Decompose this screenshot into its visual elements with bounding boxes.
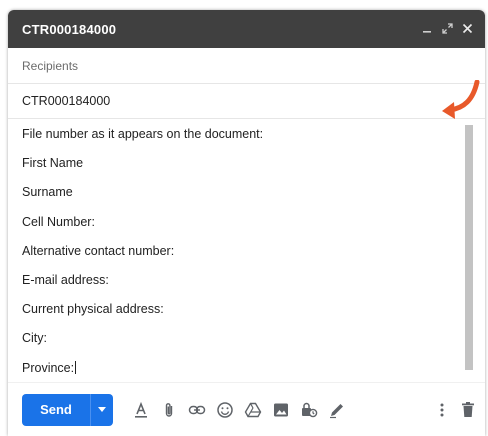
- photo-icon[interactable]: [269, 398, 292, 422]
- link-icon[interactable]: [185, 398, 208, 422]
- curved-arrow-icon: [442, 80, 480, 119]
- body-line: Cell Number:: [22, 214, 95, 229]
- expand-icon[interactable]: [437, 22, 457, 37]
- attach-icon[interactable]: [157, 398, 180, 422]
- body-line: First Name: [22, 156, 84, 171]
- body-line: City:: [22, 331, 47, 346]
- body-scrollbar[interactable]: [465, 125, 473, 375]
- body-line: File number as it appears on the documen…: [22, 127, 264, 141]
- compose-title: CTR000184000: [22, 21, 117, 37]
- subject-value: CTR000184000: [22, 94, 111, 108]
- body-line: Surname: [22, 185, 73, 200]
- compose-toolbar: Send: [8, 382, 485, 436]
- send-button-group: Send: [22, 393, 113, 426]
- drive-icon[interactable]: [241, 398, 264, 422]
- send-options-button[interactable]: [90, 393, 113, 426]
- format-text-icon[interactable]: [129, 398, 152, 422]
- body-line: Alternative contact number:: [22, 243, 175, 258]
- send-button[interactable]: Send: [22, 393, 90, 426]
- scrollbar-thumb[interactable]: [465, 125, 473, 370]
- body-line: Current physical address:: [22, 302, 164, 317]
- discard-icon[interactable]: [457, 398, 479, 422]
- message-body[interactable]: File number as it appears on the documen…: [8, 119, 485, 383]
- close-icon[interactable]: [457, 21, 477, 37]
- chevron-down-icon: [98, 407, 106, 412]
- compose-window: CTR000184000 Recipients CTR000184000 Fil…: [8, 10, 485, 436]
- more-options-icon[interactable]: [431, 398, 453, 422]
- compose-title-bar: CTR000184000: [8, 10, 485, 48]
- recipients-placeholder: Recipients: [22, 58, 79, 73]
- confidential-mode-icon[interactable]: [297, 398, 320, 422]
- body-line: E-mail address:: [22, 272, 109, 287]
- signature-icon[interactable]: [325, 398, 348, 422]
- body-line-text: Province:: [22, 360, 75, 375]
- text-caret: [75, 360, 77, 374]
- recipients-field[interactable]: Recipients: [8, 48, 485, 84]
- minimize-icon[interactable]: [417, 22, 437, 37]
- emoji-icon[interactable]: [213, 398, 236, 422]
- subject-field[interactable]: CTR000184000: [8, 84, 485, 119]
